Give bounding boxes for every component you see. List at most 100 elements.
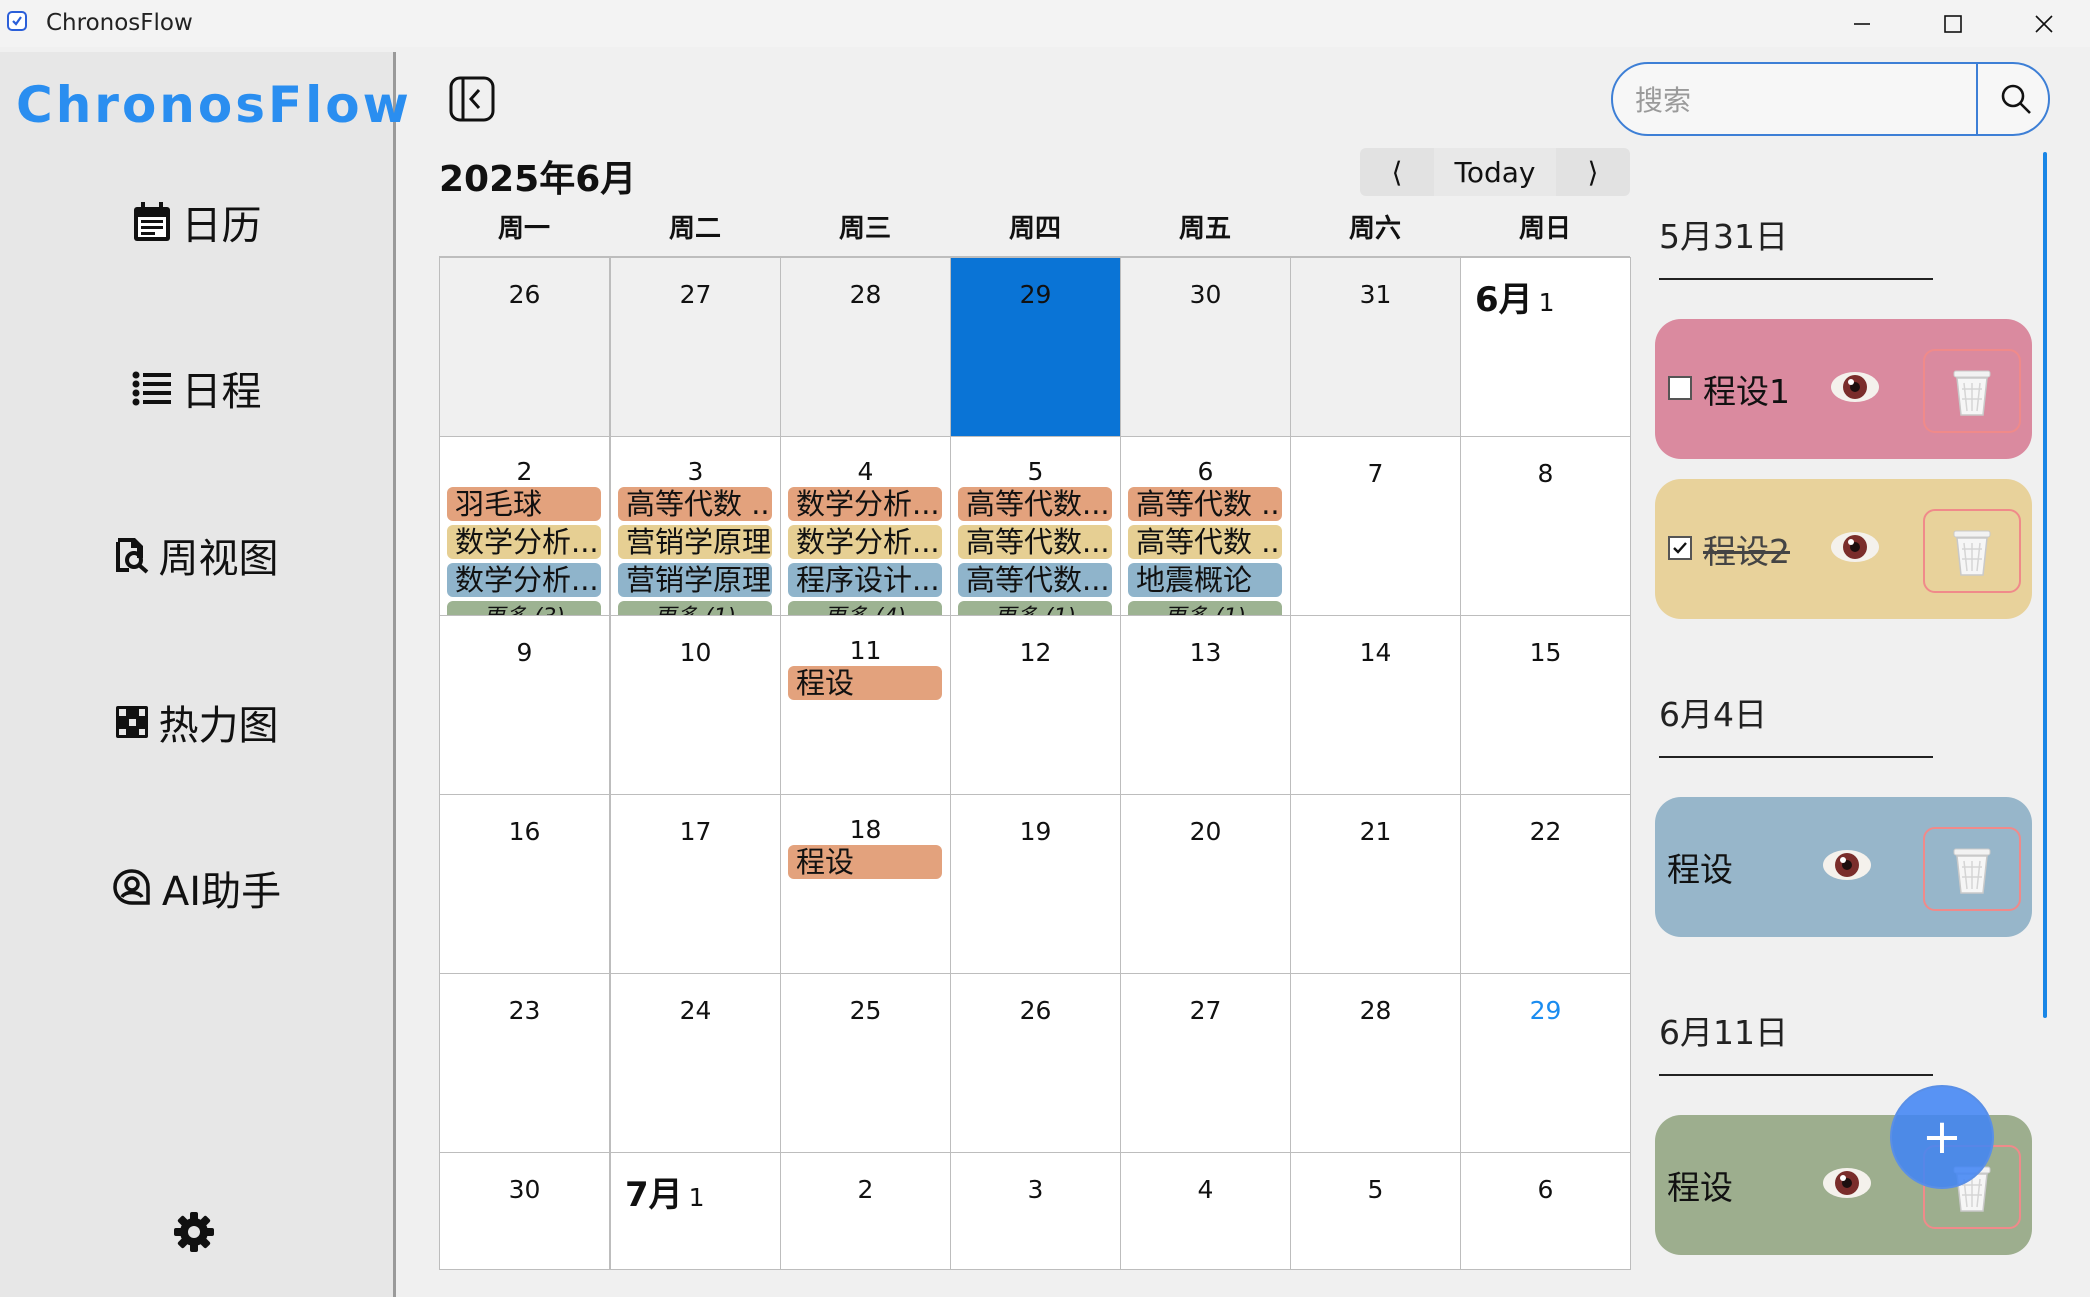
day-cell[interactable]: 27	[1120, 973, 1291, 1153]
maximize-button[interactable]	[1907, 0, 1999, 47]
agenda-card[interactable]: 程设1	[1655, 319, 2032, 459]
event-chip[interactable]: 高等代数...	[958, 487, 1112, 521]
event-chip[interactable]: 数学分析...	[788, 487, 942, 521]
task-checkbox[interactable]	[1668, 376, 1692, 400]
sidebar-item-calendar[interactable]: 日历	[0, 162, 393, 282]
event-chip[interactable]: 高等代数...	[958, 563, 1112, 597]
event-chip[interactable]: 高等代数 ...	[1128, 487, 1282, 521]
day-cell[interactable]: 6	[1460, 1152, 1631, 1270]
day-cell[interactable]: 13	[1120, 615, 1291, 795]
day-cell[interactable]: 5高等代数...高等代数...高等代数...更多 (1)	[950, 436, 1121, 616]
sidebar-item-label: 日程	[181, 369, 262, 415]
view-button[interactable]	[1822, 1163, 1872, 1203]
day-cell[interactable]: 4数学分析...数学分析...程序设计...更多 (4)	[780, 436, 951, 616]
view-button[interactable]	[1830, 527, 1880, 567]
event-chip[interactable]: 数学分析...	[447, 525, 601, 559]
event-chip[interactable]: 营销学原理	[618, 525, 772, 559]
day-cell[interactable]: 11 程设	[780, 615, 951, 795]
search-divider	[1976, 64, 1978, 134]
day-cell[interactable]: 30	[439, 1152, 610, 1270]
event-chip[interactable]: 程设	[788, 666, 942, 700]
day-cell[interactable]: 10	[610, 615, 781, 795]
event-chip[interactable]: 程序设计...	[788, 563, 942, 597]
event-chip[interactable]: 地震概论	[1128, 563, 1282, 597]
day-cell[interactable]: 7	[1290, 436, 1461, 616]
more-events-link[interactable]: 更多 (1)	[618, 601, 772, 615]
day-cell[interactable]: 22	[1460, 794, 1631, 974]
day-cell[interactable]: 16	[439, 794, 610, 974]
event-chip[interactable]: 高等代数...	[958, 525, 1112, 559]
prev-month-button[interactable]: ⟨	[1360, 148, 1434, 196]
day-cell[interactable]: 15	[1460, 615, 1631, 795]
sidebar-item-ai-assistant[interactable]: AI助手	[0, 828, 393, 948]
day-cell[interactable]: 2	[780, 1152, 951, 1270]
today-button[interactable]: Today	[1434, 148, 1556, 196]
next-month-button[interactable]: ⟩	[1556, 148, 1630, 196]
more-events-link[interactable]: 更多 (4)	[788, 601, 942, 615]
more-events-link[interactable]: 更多 (1)	[1128, 601, 1282, 615]
day-cell[interactable]: 5	[1290, 1152, 1461, 1270]
more-events-link[interactable]: 更多 (3)	[447, 601, 601, 615]
close-button[interactable]	[1998, 0, 2090, 47]
agenda-scrollbar[interactable]	[2043, 152, 2047, 1018]
add-event-button[interactable]: +	[1890, 1085, 1994, 1189]
day-cell[interactable]: 17	[610, 794, 781, 974]
day-number: 4	[857, 457, 874, 486]
day-cell[interactable]: 8	[1460, 436, 1631, 616]
view-button[interactable]	[1830, 367, 1880, 407]
day-cell[interactable]: 23	[439, 973, 610, 1153]
event-chip[interactable]: 营销学原理	[618, 563, 772, 597]
day-cell[interactable]: 30	[1120, 257, 1291, 437]
sidebar-item-week-view[interactable]: 周视图	[0, 495, 393, 615]
event-chip[interactable]: 程设	[788, 845, 942, 879]
event-chip[interactable]: 羽毛球	[447, 487, 601, 521]
search-input[interactable]	[1633, 76, 1967, 124]
more-events-link[interactable]: 更多 (1)	[958, 601, 1112, 615]
day-cell[interactable]: 28	[780, 257, 951, 437]
sidebar-item-heatmap[interactable]: 热力图	[0, 662, 393, 782]
event-chip[interactable]: 数学分析...	[788, 525, 942, 559]
day-cell[interactable]: 29	[950, 257, 1121, 437]
day-cell[interactable]: 12	[950, 615, 1121, 795]
day-number: 6	[1197, 457, 1214, 486]
title-bar: ChronosFlow	[0, 0, 2090, 47]
collapse-sidebar-button[interactable]	[449, 76, 495, 122]
day-cell[interactable]: 2羽毛球数学分析... 数学分析... 更多 (3)	[439, 436, 610, 616]
day-cell[interactable]: 6高等代数 ...高等代数 ...地震概论更多 (1)	[1120, 436, 1291, 616]
day-cell[interactable]: 18 程设	[780, 794, 951, 974]
sidebar-item-schedule[interactable]: 日程	[0, 328, 393, 448]
day-cell[interactable]: 28	[1290, 973, 1461, 1153]
event-chip[interactable]: 数学分析...	[447, 563, 601, 597]
day-cell[interactable]: 6月 1	[1460, 257, 1631, 437]
day-cell[interactable]: 26	[950, 973, 1121, 1153]
day-cell[interactable]: 25	[780, 973, 951, 1153]
day-cell[interactable]: 31	[1290, 257, 1461, 437]
day-cell[interactable]: 27	[610, 257, 781, 437]
day-cell[interactable]: 24	[610, 973, 781, 1153]
view-button[interactable]	[1822, 845, 1872, 885]
day-cell[interactable]: 7月 1	[610, 1152, 781, 1270]
event-chip[interactable]: 高等代数 ...	[1128, 525, 1282, 559]
delete-button[interactable]	[1923, 827, 2021, 911]
event-chip[interactable]: 高等代数 ...	[618, 487, 772, 521]
minimize-button[interactable]	[1816, 0, 1908, 47]
search-button[interactable]	[1979, 64, 2048, 134]
day-cell[interactable]: 3高等代数 ...营销学原理营销学原理更多 (1)	[610, 436, 781, 616]
day-cell[interactable]: 21	[1290, 794, 1461, 974]
day-number: 5	[1027, 457, 1044, 486]
month-label: 7月	[625, 1175, 683, 1215]
day-cell[interactable]: 29	[1460, 973, 1631, 1153]
task-checkbox[interactable]	[1668, 536, 1692, 560]
day-cell[interactable]: 14	[1290, 615, 1461, 795]
day-cell[interactable]: 3	[950, 1152, 1121, 1270]
day-cell[interactable]: 4	[1120, 1152, 1291, 1270]
day-cell[interactable]: 20	[1120, 794, 1291, 974]
agenda-card[interactable]: 程设	[1655, 797, 2032, 937]
settings-button[interactable]	[172, 1210, 216, 1254]
delete-button[interactable]	[1923, 349, 2021, 433]
day-cell[interactable]: 19	[950, 794, 1121, 974]
agenda-card[interactable]: 程设2	[1655, 479, 2032, 619]
day-cell[interactable]: 9	[439, 615, 610, 795]
delete-button[interactable]	[1923, 509, 2021, 593]
day-cell[interactable]: 26	[439, 257, 610, 437]
